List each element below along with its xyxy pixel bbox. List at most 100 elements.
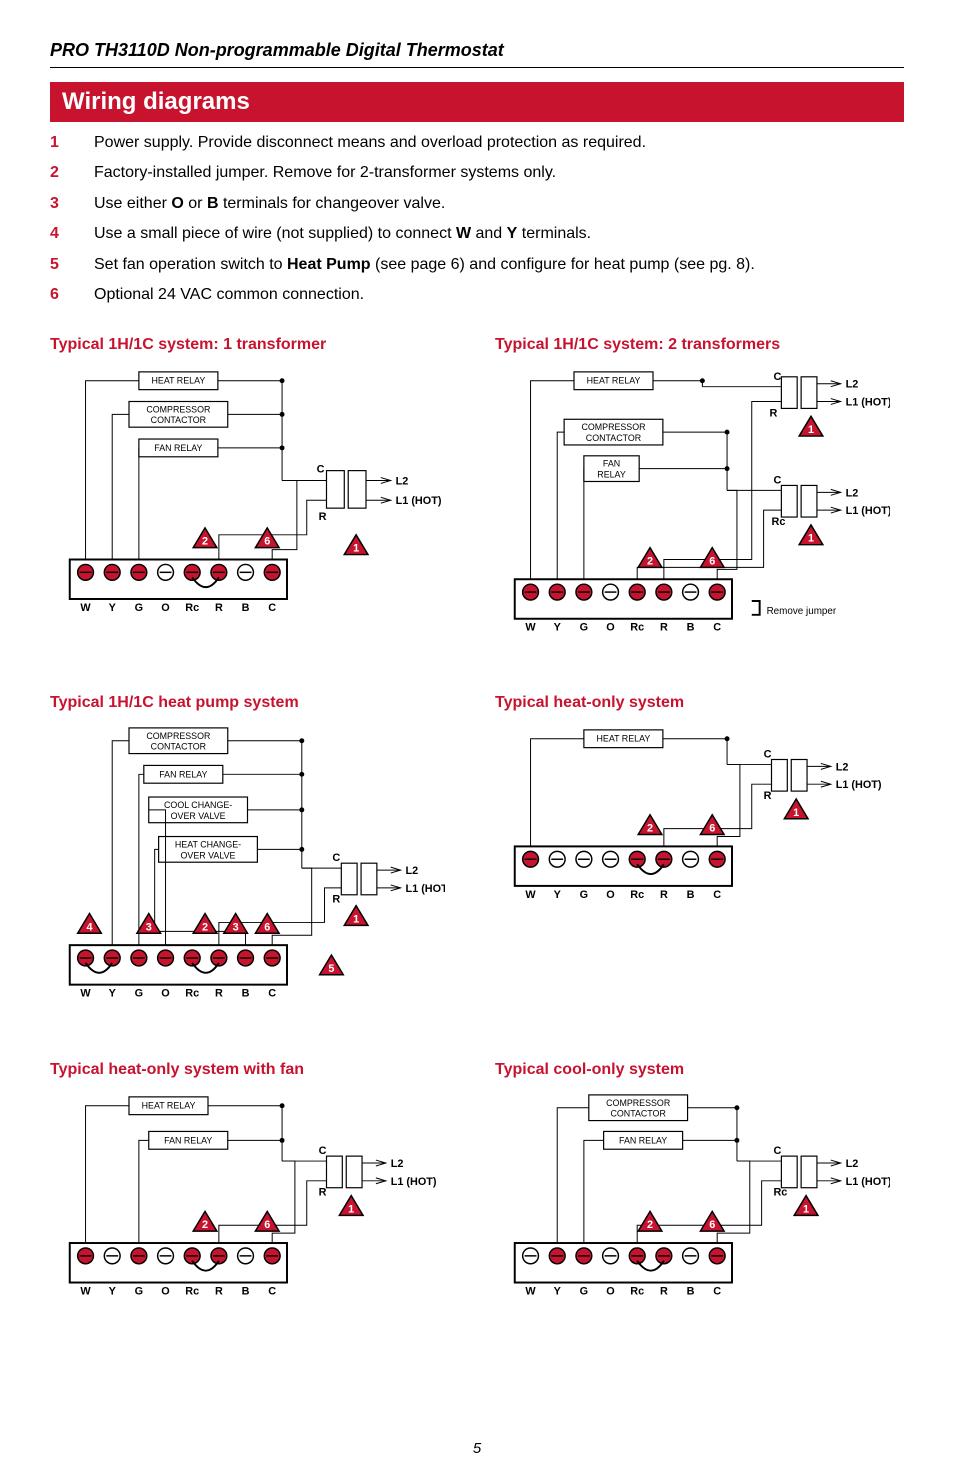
svg-text:O: O [161,987,169,999]
svg-text:B: B [687,1286,695,1298]
note-text: Use either O or B terminals for changeov… [94,193,445,215]
svg-text:1: 1 [808,424,814,436]
svg-text:COOL CHANGE-: COOL CHANGE- [164,800,232,810]
svg-text:FAN RELAY: FAN RELAY [164,1136,212,1146]
svg-text:3: 3 [146,921,152,933]
svg-text:R: R [319,1187,327,1199]
svg-text:L2: L2 [846,379,859,391]
svg-text:6: 6 [709,556,715,568]
svg-text:L1 (HOT): L1 (HOT) [846,397,890,409]
svg-text:CONTACTOR: CONTACTOR [151,741,206,751]
svg-text:Rc: Rc [772,516,786,528]
note-text: Factory-installed jumper. Remove for 2-t… [94,162,556,184]
diagram-title: Typical 1H/1C system: 2 transformers [495,336,890,354]
svg-text:O: O [606,889,614,901]
note-num: 3 [50,193,64,215]
callout-triangle: 5 [320,955,344,975]
svg-text:G: G [135,987,143,999]
svg-text:Rc: Rc [630,889,644,901]
svg-text:6: 6 [264,536,270,548]
callout-triangle: 2 [638,548,662,568]
callout-triangle: 3 [137,913,161,933]
svg-text:O: O [606,622,614,634]
svg-text:C: C [713,622,721,634]
callout-triangle: 1 [799,525,823,545]
svg-text:Remove jumper: Remove jumper [767,606,837,617]
svg-text:6: 6 [264,1219,270,1231]
svg-text:W: W [525,1286,536,1298]
svg-text:R: R [215,987,223,999]
svg-text:B: B [687,622,695,634]
svg-text:C: C [764,748,772,760]
svg-text:R: R [660,622,668,634]
svg-text:L1 (HOT): L1 (HOT) [406,883,446,895]
svg-text:2: 2 [202,1219,208,1231]
callout-triangle: 6 [700,1212,724,1232]
svg-text:Y: Y [109,987,117,999]
svg-text:Rc: Rc [185,1286,199,1298]
svg-text:2: 2 [647,822,653,834]
callout-triangle: 4 [78,913,102,933]
callout-triangle: 2 [193,913,217,933]
svg-text:1: 1 [353,913,359,925]
svg-text:Y: Y [554,622,562,634]
svg-text:FAN: FAN [603,459,620,469]
svg-text:L2: L2 [846,1158,859,1170]
svg-text:W: W [80,987,91,999]
svg-text:HEAT CHANGE-: HEAT CHANGE- [175,839,241,849]
diagram-title: Typical heat-only system with fan [50,1061,445,1079]
note-num: 1 [50,132,64,154]
wiring-diagram-cool-only: W Y G O Rc R B C COMPRESSORCONTACTOR FAN… [495,1087,890,1304]
svg-text:L2: L2 [846,488,859,500]
svg-text:R: R [319,511,327,523]
svg-text:W: W [80,1286,91,1298]
svg-text:CONTACTOR: CONTACTOR [610,1109,665,1119]
callout-triangle: 2 [193,1212,217,1232]
wiring-diagram-heat-only-fan: W Y G O Rc R B C HEAT RELAY FAN RELAY C … [50,1087,445,1304]
diagram-title: Typical 1H/1C heat pump system [50,694,445,712]
callout-triangle: 1 [799,417,823,437]
svg-text:L1 (HOT): L1 (HOT) [391,1176,437,1188]
svg-text:C: C [317,464,325,476]
note-text: Power supply. Provide disconnect means a… [94,132,646,154]
svg-text:CONTACTOR: CONTACTOR [586,433,641,443]
svg-text:C: C [713,889,721,901]
svg-text:4: 4 [86,921,92,933]
svg-text:2: 2 [202,536,208,548]
svg-text:COMPRESSOR: COMPRESSOR [606,1098,670,1108]
svg-text:W: W [525,889,536,901]
svg-text:R: R [215,1286,223,1298]
svg-text:C: C [268,1286,276,1298]
note-num: 6 [50,284,64,306]
diagram-title: Typical heat-only system [495,694,890,712]
svg-text:HEAT RELAY: HEAT RELAY [596,734,650,744]
svg-text:FAN RELAY: FAN RELAY [159,769,207,779]
svg-text:RELAY: RELAY [597,470,626,480]
svg-text:C: C [773,371,781,383]
svg-text:6: 6 [709,822,715,834]
callout-triangle: 2 [193,528,217,548]
svg-text:1: 1 [348,1204,354,1216]
svg-text:L1 (HOT): L1 (HOT) [846,1176,890,1188]
svg-text:C: C [268,987,276,999]
callout-triangle: 2 [638,1212,662,1232]
doc-header: PRO TH3110D Non-programmable Digital The… [50,40,904,68]
svg-text:6: 6 [264,921,270,933]
svg-text:L2: L2 [391,1158,404,1170]
svg-text:Y: Y [554,889,562,901]
svg-text:C: C [319,1145,327,1157]
svg-text:R: R [660,1286,668,1298]
diagram-title: Typical cool-only system [495,1061,890,1079]
svg-text:R: R [660,889,668,901]
svg-text:Rc: Rc [630,622,644,634]
wiring-diagram-heat-pump: W Y G O Rc R B C COMPRESSORCONTACTOR FAN… [50,720,445,1006]
svg-text:1: 1 [353,543,359,555]
svg-text:FAN RELAY: FAN RELAY [619,1136,667,1146]
svg-text:L1 (HOT): L1 (HOT) [396,496,442,508]
note-text: Set fan operation switch to Heat Pump (s… [94,254,755,276]
svg-text:G: G [580,622,588,634]
svg-text:O: O [161,602,169,614]
svg-text:B: B [687,889,695,901]
section-banner: Wiring diagrams [50,82,904,122]
svg-text:1: 1 [793,807,799,819]
